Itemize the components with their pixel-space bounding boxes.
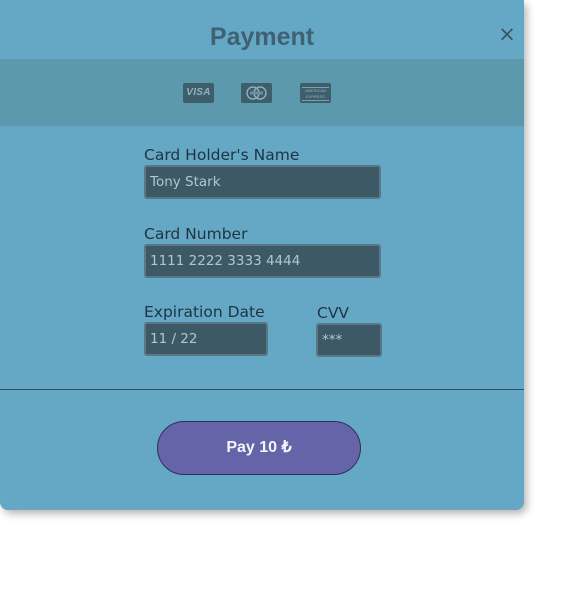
- cvv-input[interactable]: [316, 323, 382, 357]
- mastercard-icon: [241, 83, 272, 103]
- visa-card-icon: VISA: [183, 83, 214, 103]
- expiration-date-input[interactable]: [144, 322, 268, 356]
- card-number-input[interactable]: [144, 244, 381, 278]
- expiration-date-label: Expiration Date: [144, 303, 265, 321]
- pay-button[interactable]: Pay 10 ₺: [157, 421, 361, 475]
- section-divider: [0, 389, 524, 390]
- cvv-label: CVV: [317, 304, 350, 322]
- amex-logo-text: AMERICAN EXPRESS: [302, 87, 329, 101]
- modal-title: Payment: [209, 23, 315, 51]
- amex-card-icon: AMERICAN EXPRESS: [300, 83, 331, 103]
- holder-name-input[interactable]: [144, 165, 381, 199]
- visa-logo-text: VISA: [186, 87, 211, 98]
- card-number-label: Card Number: [144, 225, 248, 243]
- mastercard-circles: [246, 86, 267, 100]
- close-icon[interactable]: ×: [496, 22, 518, 46]
- card-brand-strip: VISA AMERICAN EXPRESS: [0, 59, 524, 126]
- payment-modal: Payment × VISA AMERICAN EXPRESS Card Hol…: [0, 0, 524, 510]
- holder-name-label: Card Holder's Name: [144, 146, 300, 164]
